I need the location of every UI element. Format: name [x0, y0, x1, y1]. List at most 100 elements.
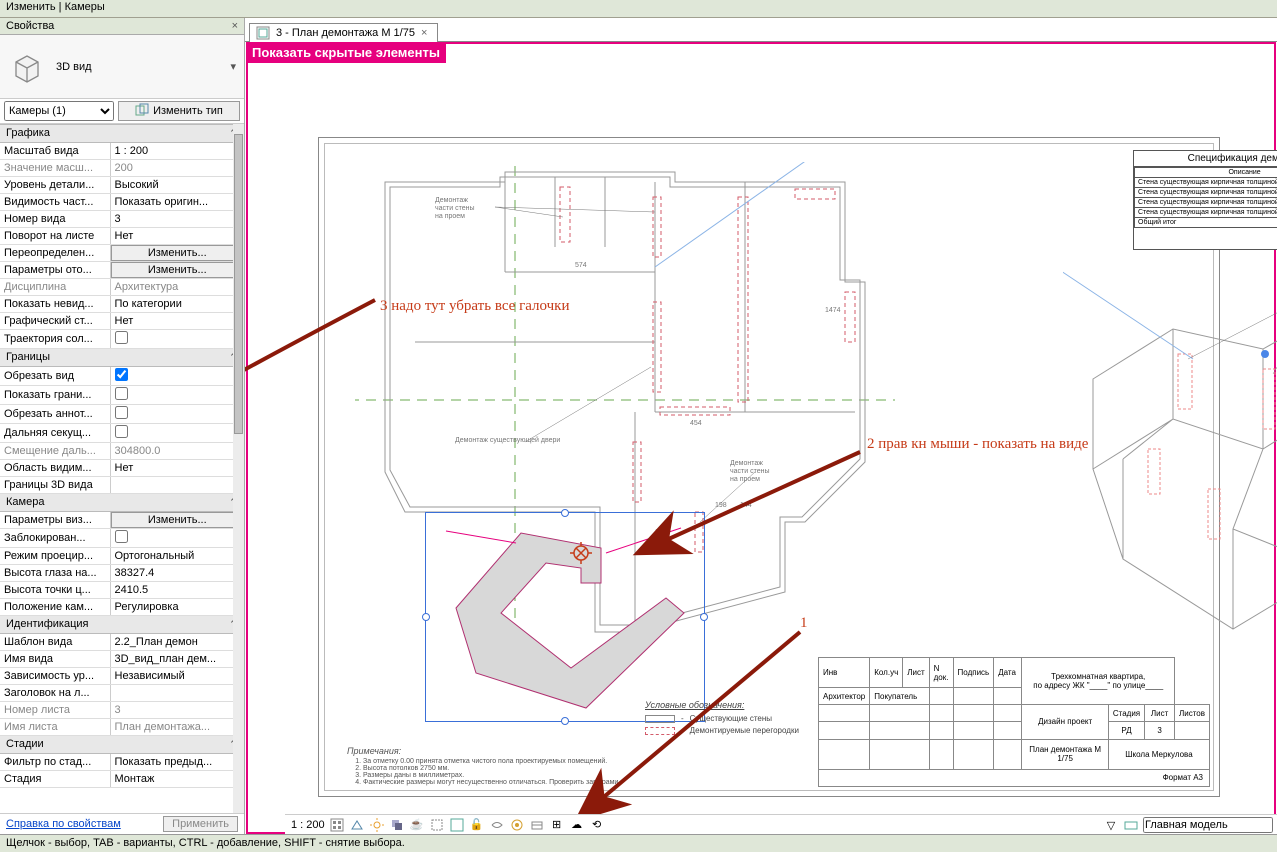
cloud-icon[interactable]: ☁ [569, 817, 585, 833]
property-row[interactable]: Режим проецир...Ортогональный [0, 548, 244, 565]
property-row[interactable]: Переопределен...Изменить... [0, 245, 244, 262]
svg-text:Демонтаж существующей двери: Демонтаж существующей двери [455, 436, 560, 444]
chevron-down-icon[interactable]: ▾ [230, 60, 236, 73]
property-checkbox[interactable] [115, 425, 128, 438]
property-row[interactable]: Номер листа3 [0, 702, 244, 719]
property-row[interactable]: Имя вида3D_вид_план дем... [0, 651, 244, 668]
detail-icon[interactable] [329, 817, 345, 833]
property-checkbox[interactable] [115, 368, 128, 381]
properties-scrollbar[interactable] [233, 124, 244, 813]
tab-label: 3 - План демонтажа М 1/75 [276, 27, 415, 39]
view-controls: 1 : 200 ☕ 🔓 ⊞ ☁ ⟲ ▽ [285, 814, 1277, 834]
svg-text:1474: 1474 [825, 307, 841, 314]
property-row[interactable]: Поворот на листеНет [0, 228, 244, 245]
scrollbar-thumb[interactable] [234, 134, 243, 434]
crop-handle-top[interactable] [561, 509, 569, 517]
constraints-icon[interactable]: ⟲ [589, 817, 605, 833]
property-row[interactable]: Смещение даль...304800.0 [0, 443, 244, 460]
sun-path-icon[interactable] [369, 817, 385, 833]
annotation-3: 3 надо тут убрать все галочки [380, 298, 569, 315]
property-checkbox[interactable] [115, 530, 128, 543]
sheet: 574 454 1474 639 198 144 Демонтажчасти с… [318, 137, 1220, 797]
property-row[interactable]: Показать грани... [0, 386, 244, 405]
properties-scroll: Графика⌃Масштаб вида1 : 200Значение масш… [0, 124, 244, 813]
unlock-icon[interactable]: 🔓 [469, 817, 485, 833]
crop-show-icon[interactable] [449, 817, 465, 833]
worksets2-icon[interactable] [1123, 817, 1139, 833]
main-model-input[interactable] [1143, 817, 1273, 833]
property-checkbox[interactable] [115, 387, 128, 400]
canvas[interactable]: Показать скрытые элементы [245, 42, 1277, 834]
property-row[interactable]: Шаблон вида2.2_План демон [0, 634, 244, 651]
temp-hide-icon[interactable] [489, 817, 505, 833]
property-row[interactable]: Зависимость ур...Независимый [0, 668, 244, 685]
view-tabstrip: 3 - План демонтажа М 1/75 × [245, 18, 1277, 42]
property-row[interactable]: Заголовок на л... [0, 685, 244, 702]
property-edit-button[interactable]: Изменить... [111, 262, 245, 278]
property-row[interactable]: ДисциплинаАрхитектура [0, 279, 244, 296]
crop-handle-left[interactable] [422, 613, 430, 621]
svg-text:574: 574 [575, 262, 587, 269]
property-row[interactable]: Дальняя секущ... [0, 424, 244, 443]
property-group-header[interactable]: Камера⌃ [0, 494, 244, 512]
render-icon[interactable]: ☕ [409, 817, 425, 833]
properties-footer: Справка по свойствам Применить [0, 813, 244, 834]
view-tab[interactable]: 3 - План демонтажа М 1/75 × [249, 23, 438, 42]
property-row[interactable]: Траектория сол... [0, 330, 244, 349]
property-edit-button[interactable]: Изменить... [111, 512, 245, 528]
property-row[interactable]: Высота точки ц...2410.5 [0, 582, 244, 599]
property-row[interactable]: Заблокирован... [0, 529, 244, 548]
property-row[interactable]: Положение кам...Регулировка [0, 599, 244, 616]
notes: Примечания: За отметку 0.00 принята отме… [347, 746, 737, 786]
scale-label[interactable]: 1 : 200 [291, 819, 325, 831]
visual-style-icon[interactable] [349, 817, 365, 833]
svg-text:Демонтажчасти стенына проем: Демонтажчасти стенына проем [435, 197, 475, 220]
property-row[interactable]: Фильтр по стад...Показать преды­д... [0, 754, 244, 771]
property-row[interactable]: Обрезать вид [0, 367, 244, 386]
edit-type-icon [135, 103, 149, 120]
close-tab-icon[interactable]: × [421, 27, 427, 39]
properties-help-link[interactable]: Справка по свойствам [6, 818, 121, 830]
analytical-icon[interactable]: ⊞ [549, 817, 565, 833]
worksets-icon[interactable] [529, 817, 545, 833]
reveal-banner: Показать скрытые элементы [246, 42, 446, 63]
svg-text:454: 454 [690, 420, 702, 427]
reveal-icon[interactable] [509, 817, 525, 833]
properties-panel: Свойства × 3D вид ▾ Камеры (1) Изменить … [0, 18, 245, 834]
property-row[interactable]: СтадияМонтаж [0, 771, 244, 788]
property-row[interactable]: Параметры ото...Изменить... [0, 262, 244, 279]
crop-icon[interactable] [429, 817, 445, 833]
shadows-icon[interactable] [389, 817, 405, 833]
property-row[interactable]: Номер вида3 [0, 211, 244, 228]
type-selector-row[interactable]: 3D вид ▾ [0, 35, 244, 99]
property-row[interactable]: Высота глаза на...38327.4 [0, 565, 244, 582]
apply-button[interactable]: Применить [163, 816, 238, 832]
property-group-header[interactable]: Стадии⌃ [0, 736, 244, 754]
close-icon[interactable]: × [232, 20, 238, 32]
property-row[interactable]: Обрезать аннот... [0, 405, 244, 424]
crop-handle-bottom[interactable] [561, 717, 569, 725]
property-row[interactable]: Видимость част...Показать ориги­н... [0, 194, 244, 211]
property-checkbox[interactable] [115, 331, 128, 344]
crop-handle-right[interactable] [700, 613, 708, 621]
workspace: Свойства × 3D вид ▾ Камеры (1) Изменить … [0, 18, 1277, 834]
filter-icon[interactable]: ▽ [1103, 817, 1119, 833]
instance-selector[interactable]: Камеры (1) [4, 101, 114, 121]
property-group-header[interactable]: Границы⌃ [0, 349, 244, 367]
property-row[interactable]: Графический ст...Нет [0, 313, 244, 330]
title-block: ИнвКол.учЛистN док.ПодписьДата Трехкомна… [818, 657, 1210, 787]
edit-type-button[interactable]: Изменить тип [118, 101, 240, 121]
property-row[interactable]: Параметры виз...Изменить... [0, 512, 244, 529]
property-row[interactable]: Уровень детали...Высокий [0, 177, 244, 194]
property-checkbox[interactable] [115, 406, 128, 419]
property-row[interactable]: Границы 3D вида [0, 477, 244, 494]
property-row[interactable]: Показать невид...По категории [0, 296, 244, 313]
property-row[interactable]: Область видим...Нет [0, 460, 244, 477]
selected-3d-view[interactable] [425, 512, 705, 722]
property-row[interactable]: Имя листаПлан демонтажа... [0, 719, 244, 736]
property-row[interactable]: Значение масш...200 [0, 160, 244, 177]
property-group-header[interactable]: Графика⌃ [0, 125, 244, 143]
property-edit-button[interactable]: Изменить... [111, 245, 245, 261]
property-group-header[interactable]: Идентификация⌃ [0, 616, 244, 634]
property-row[interactable]: Масштаб вида1 : 200 [0, 143, 244, 160]
